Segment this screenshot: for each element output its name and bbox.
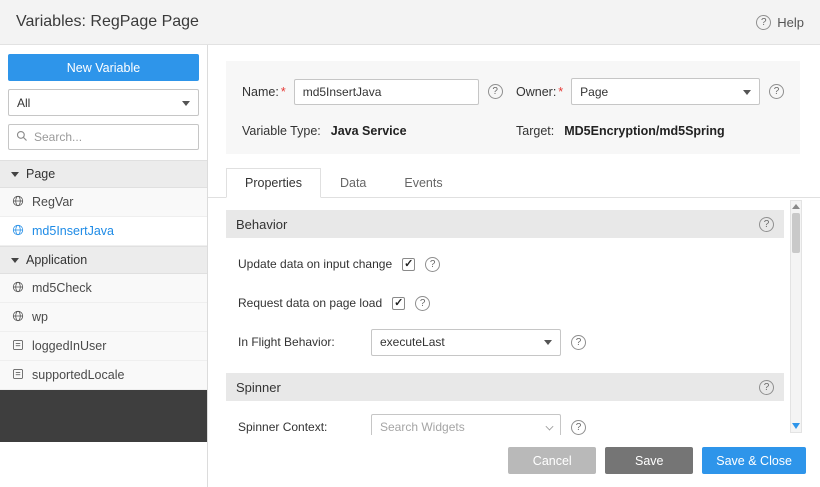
variable-item-label: RegVar (32, 195, 73, 209)
owner-label: Owner:* (516, 85, 563, 99)
help-icon[interactable] (488, 84, 503, 99)
session-variable-icon (12, 368, 24, 383)
variable-item-label: md5InsertJava (32, 224, 114, 238)
chevron-down-icon (743, 90, 751, 95)
page-title: Variables: RegPage Page (16, 13, 199, 31)
properties-panel: Behavior Update data on input change Req… (208, 198, 820, 435)
scroll-down-icon[interactable] (792, 423, 800, 429)
prop-label: Spinner Context: (238, 420, 371, 434)
help-icon[interactable] (571, 420, 586, 435)
variable-filter-select[interactable]: All (8, 89, 199, 116)
variable-item-label: wp (32, 310, 48, 324)
update-data-checkbox[interactable] (402, 258, 415, 271)
prop-label: In Flight Behavior: (238, 335, 371, 349)
search-icon (16, 130, 28, 145)
target-label: Target: (516, 124, 554, 138)
scrollbar-thumb[interactable] (792, 213, 800, 253)
prop-row-update-data: Update data on input change (238, 251, 784, 277)
in-flight-behavior-select[interactable]: executeLast (371, 329, 561, 356)
section-title: Behavior (236, 217, 287, 232)
section-title: Spinner (236, 380, 281, 395)
tab-properties[interactable]: Properties (226, 168, 321, 198)
chevron-down-icon (182, 101, 190, 106)
group-label: Page (26, 167, 55, 181)
search-input[interactable] (34, 130, 191, 144)
variable-item-label: supportedLocale (32, 368, 124, 382)
globe-icon (12, 195, 24, 210)
help-icon[interactable] (571, 335, 586, 350)
sidebar-group-application[interactable]: Application (0, 246, 207, 274)
target-value: MD5Encryption/md5Spring (564, 124, 724, 138)
tab-data[interactable]: Data (321, 168, 385, 198)
variable-item-regvar[interactable]: RegVar (0, 188, 207, 217)
help-icon[interactable] (425, 257, 440, 272)
name-input[interactable] (294, 79, 479, 105)
session-variable-icon (12, 339, 24, 354)
dialog-header: Variables: RegPage Page Help (0, 0, 820, 45)
prop-label: Request data on page load (238, 296, 382, 310)
request-data-checkbox[interactable] (392, 297, 405, 310)
save-and-close-button[interactable]: Save & Close (702, 447, 806, 474)
globe-icon (12, 224, 24, 239)
prop-row-in-flight: In Flight Behavior: executeLast (238, 329, 784, 355)
cancel-button[interactable]: Cancel (508, 447, 596, 474)
owner-value: Page (580, 85, 608, 99)
variable-item-supportedlocale[interactable]: supportedLocale (0, 361, 207, 390)
variable-item-label: md5Check (32, 281, 92, 295)
help-icon (756, 15, 771, 30)
variable-item-md5insertjava[interactable]: md5InsertJava (0, 217, 207, 246)
variable-summary-form: Name:* Owner:* Page Variable Type: Java … (226, 61, 800, 154)
variable-item-md5check[interactable]: md5Check (0, 274, 207, 303)
new-variable-button[interactable]: New Variable (8, 54, 199, 81)
vertical-scrollbar[interactable] (790, 200, 802, 433)
help-icon[interactable] (769, 84, 784, 99)
section-spinner: Spinner (226, 373, 784, 401)
chevron-down-icon (544, 340, 552, 345)
globe-icon (12, 310, 24, 325)
variable-filter-value: All (17, 96, 30, 110)
variables-sidebar: New Variable All Page RegVar md5I (0, 45, 208, 487)
prop-row-request-data: Request data on page load (238, 290, 784, 316)
owner-select[interactable]: Page (571, 78, 760, 105)
detail-tabs: Properties Data Events (208, 168, 820, 198)
in-flight-behavior-value: executeLast (380, 335, 445, 349)
dialog-footer: Cancel Save Save & Close (208, 435, 820, 487)
variable-type-value: Java Service (331, 124, 407, 138)
save-button[interactable]: Save (605, 447, 693, 474)
variable-type-label: Variable Type: (242, 124, 321, 138)
sidebar-dark-panel (0, 390, 207, 442)
scroll-up-icon[interactable] (792, 204, 800, 209)
required-asterisk: * (281, 85, 286, 99)
help-label: Help (777, 15, 804, 30)
section-behavior: Behavior (226, 210, 784, 238)
help-icon[interactable] (759, 380, 774, 395)
variable-item-wp[interactable]: wp (0, 303, 207, 332)
group-label: Application (26, 253, 87, 267)
chevron-down-icon (546, 423, 554, 431)
variable-detail-panel: Name:* Owner:* Page Variable Type: Java … (208, 45, 820, 487)
required-asterisk: * (558, 85, 563, 99)
prop-label: Update data on input change (238, 257, 392, 271)
prop-row-spinner-context: Spinner Context: (238, 414, 784, 435)
globe-icon (12, 281, 24, 296)
collapse-triangle-icon (11, 172, 19, 177)
help-icon[interactable] (415, 296, 430, 311)
spinner-context-select[interactable] (371, 414, 561, 435)
sidebar-group-page[interactable]: Page (0, 160, 207, 188)
variable-item-label: loggedInUser (32, 339, 106, 353)
variable-search (8, 124, 199, 150)
collapse-triangle-icon (11, 258, 19, 263)
name-label: Name:* (242, 85, 286, 99)
tab-events[interactable]: Events (385, 168, 461, 198)
help-button[interactable]: Help (756, 15, 804, 30)
help-icon[interactable] (759, 217, 774, 232)
spinner-context-input[interactable] (380, 420, 538, 434)
variable-item-loggedinuser[interactable]: loggedInUser (0, 332, 207, 361)
